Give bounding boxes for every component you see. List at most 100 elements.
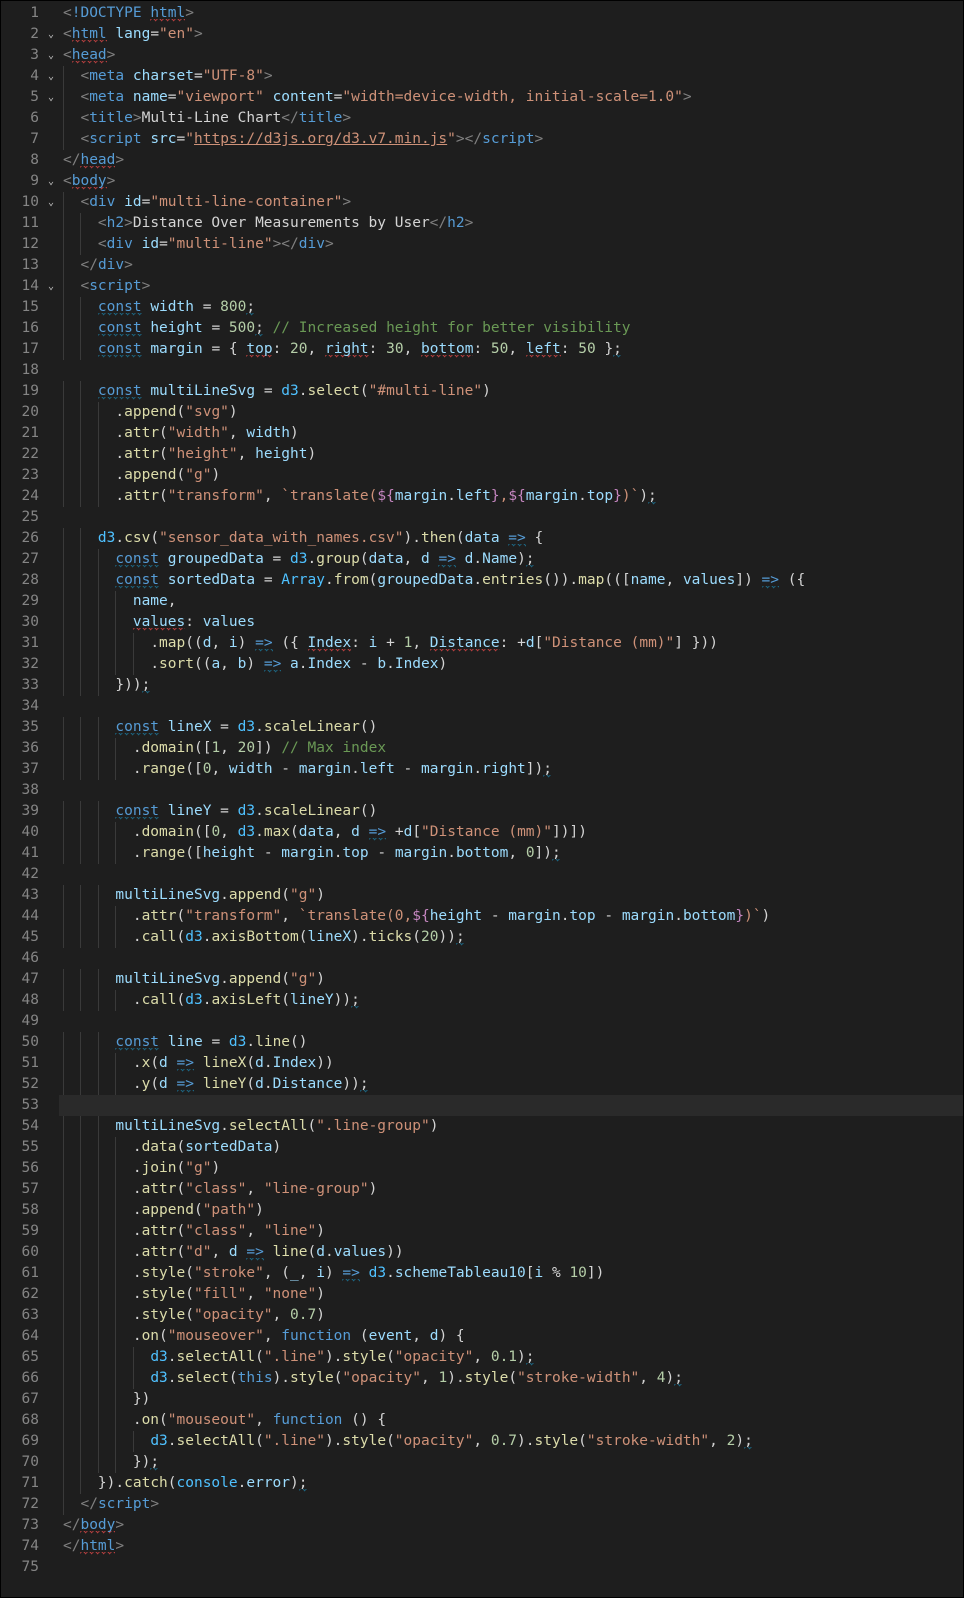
fold-chevron-icon[interactable]: ⌄	[43, 45, 59, 66]
code-line[interactable]: <div id="multi-line-container">	[59, 192, 963, 213]
code-line[interactable]	[59, 780, 963, 801]
code-line[interactable]: <h2>Distance Over Measurements by User</…	[59, 213, 963, 234]
code-line[interactable]: .on("mouseout", function () {	[59, 1410, 963, 1431]
fold-chevron-icon[interactable]	[43, 1116, 59, 1137]
fold-chevron-icon[interactable]	[43, 717, 59, 738]
fold-chevron-icon[interactable]	[43, 1179, 59, 1200]
code-line[interactable]: .append("g")	[59, 465, 963, 486]
code-line[interactable]: .map((d, i) => ({ Index: i + 1, Distance…	[59, 633, 963, 654]
fold-chevron-icon[interactable]	[43, 948, 59, 969]
code-line[interactable]: </head>	[59, 150, 963, 171]
fold-chevron-icon[interactable]	[43, 1494, 59, 1515]
code-line[interactable]: }).catch(console.error);	[59, 1473, 963, 1494]
code-line[interactable]	[59, 864, 963, 885]
fold-chevron-icon[interactable]	[43, 465, 59, 486]
fold-chevron-icon[interactable]	[43, 1053, 59, 1074]
fold-chevron-icon[interactable]	[43, 927, 59, 948]
fold-chevron-icon[interactable]	[43, 1221, 59, 1242]
fold-chevron-icon[interactable]: ⌄	[43, 276, 59, 297]
fold-chevron-icon[interactable]	[43, 381, 59, 402]
code-line[interactable]: .attr("width", width)	[59, 423, 963, 444]
fold-chevron-icon[interactable]	[43, 423, 59, 444]
fold-chevron-icon[interactable]	[43, 696, 59, 717]
code-line[interactable]: <html lang="en">	[59, 24, 963, 45]
code-line[interactable]: const line = d3.line()	[59, 1032, 963, 1053]
fold-chevron-icon[interactable]: ⌄	[43, 66, 59, 87]
fold-chevron-icon[interactable]	[43, 318, 59, 339]
fold-chevron-icon[interactable]	[43, 1011, 59, 1032]
code-line[interactable]: d3.selectAll(".line").style("opacity", 0…	[59, 1431, 963, 1452]
fold-chevron-icon[interactable]	[43, 1389, 59, 1410]
fold-chevron-icon[interactable]	[43, 1536, 59, 1557]
code-line[interactable]: </script>	[59, 1494, 963, 1515]
fold-chevron-icon[interactable]	[43, 1263, 59, 1284]
code-area[interactable]: <!DOCTYPE html><html lang="en"><head> <m…	[59, 1, 963, 1597]
fold-chevron-icon[interactable]	[43, 612, 59, 633]
code-line[interactable]: const width = 800;	[59, 297, 963, 318]
code-line[interactable]: <!DOCTYPE html>	[59, 3, 963, 24]
fold-chevron-icon[interactable]	[43, 633, 59, 654]
code-line[interactable]: .append("path")	[59, 1200, 963, 1221]
fold-chevron-icon[interactable]	[43, 969, 59, 990]
fold-chevron-icon[interactable]	[43, 108, 59, 129]
code-line[interactable]: </body>	[59, 1515, 963, 1536]
code-line[interactable]: <script>	[59, 276, 963, 297]
fold-chevron-icon[interactable]: ⌄	[43, 192, 59, 213]
fold-chevron-icon[interactable]: ⌄	[43, 24, 59, 45]
fold-chevron-icon[interactable]	[43, 1305, 59, 1326]
code-line[interactable]: .attr("height", height)	[59, 444, 963, 465]
code-line[interactable]	[59, 1011, 963, 1032]
fold-chevron-icon[interactable]	[43, 1410, 59, 1431]
code-line[interactable]	[59, 507, 963, 528]
code-line[interactable]: multiLineSvg.selectAll(".line-group")	[59, 1116, 963, 1137]
fold-chevron-icon[interactable]	[43, 297, 59, 318]
code-line[interactable]: const lineY = d3.scaleLinear()	[59, 801, 963, 822]
code-line[interactable]: .attr("transform", `translate(0,${height…	[59, 906, 963, 927]
code-editor[interactable]: 12⌄3⌄4⌄5⌄6789⌄10⌄11121314⌄15161718192021…	[0, 0, 964, 1598]
fold-chevron-icon[interactable]	[43, 150, 59, 171]
fold-chevron-icon[interactable]	[43, 1158, 59, 1179]
fold-chevron-icon[interactable]	[43, 1032, 59, 1053]
code-line[interactable]: name,	[59, 591, 963, 612]
code-line[interactable]: d3.csv("sensor_data_with_names.csv").the…	[59, 528, 963, 549]
fold-chevron-icon[interactable]	[43, 864, 59, 885]
fold-chevron-icon[interactable]	[43, 885, 59, 906]
code-line[interactable]: </div>	[59, 255, 963, 276]
code-line[interactable]: <script src="https://d3js.org/d3.v7.min.…	[59, 129, 963, 150]
fold-chevron-icon[interactable]	[43, 1074, 59, 1095]
code-line[interactable]: multiLineSvg.append("g")	[59, 969, 963, 990]
fold-chevron-icon[interactable]	[43, 486, 59, 507]
code-line[interactable]: .style("fill", "none")	[59, 1284, 963, 1305]
code-line[interactable]: <title>Multi-Line Chart</title>	[59, 108, 963, 129]
code-line[interactable]: });	[59, 1452, 963, 1473]
code-line[interactable]: const sortedData = Array.from(groupedDat…	[59, 570, 963, 591]
fold-chevron-icon[interactable]	[43, 822, 59, 843]
code-line[interactable]: }));	[59, 675, 963, 696]
code-line[interactable]	[59, 696, 963, 717]
fold-chevron-icon[interactable]	[43, 3, 59, 24]
code-line[interactable]	[59, 948, 963, 969]
fold-chevron-icon[interactable]	[43, 990, 59, 1011]
code-line[interactable]: <div id="multi-line"></div>	[59, 234, 963, 255]
code-line[interactable]: <meta name="viewport" content="width=dev…	[59, 87, 963, 108]
code-line[interactable]: .call(d3.axisBottom(lineX).ticks(20));	[59, 927, 963, 948]
fold-chevron-icon[interactable]	[43, 675, 59, 696]
fold-chevron-icon[interactable]	[43, 213, 59, 234]
fold-chevron-icon[interactable]	[43, 129, 59, 150]
fold-chevron-icon[interactable]	[43, 1284, 59, 1305]
fold-chevron-icon[interactable]	[43, 402, 59, 423]
code-line[interactable]: .data(sortedData)	[59, 1137, 963, 1158]
fold-chevron-icon[interactable]	[43, 507, 59, 528]
code-line[interactable]	[59, 1095, 963, 1116]
code-line[interactable]: .sort((a, b) => a.Index - b.Index)	[59, 654, 963, 675]
fold-chevron-icon[interactable]	[43, 1452, 59, 1473]
fold-chevron-icon[interactable]	[43, 780, 59, 801]
code-line[interactable]: .call(d3.axisLeft(lineY));	[59, 990, 963, 1011]
code-line[interactable]: <body>	[59, 171, 963, 192]
code-line[interactable]	[59, 1557, 963, 1578]
fold-chevron-icon[interactable]	[43, 444, 59, 465]
fold-chevron-icon[interactable]	[43, 801, 59, 822]
fold-chevron-icon[interactable]: ⌄	[43, 171, 59, 192]
fold-chevron-icon[interactable]	[43, 528, 59, 549]
fold-chevron-icon[interactable]	[43, 906, 59, 927]
